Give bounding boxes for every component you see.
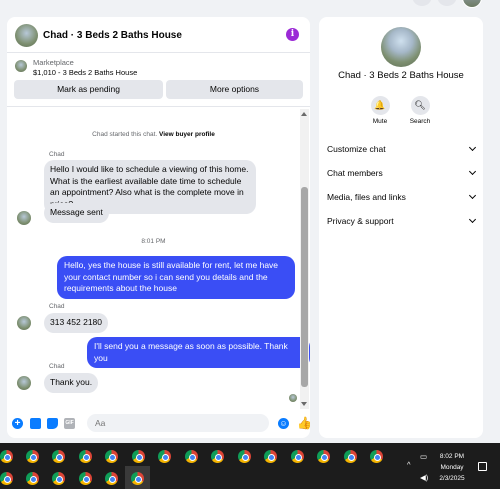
chrome-icon[interactable] [211,450,224,463]
message-outgoing[interactable]: Hello, yes the house is still available … [57,256,295,299]
message-incoming[interactable]: Thank you. [44,373,99,393]
top-button[interactable] [412,0,432,6]
sender-avatar[interactable] [17,316,31,330]
mark-pending-button[interactable]: Mark as pending [14,80,163,99]
chat-started-note: Chad started this chat. View buyer profi… [7,131,300,138]
scrollbar[interactable] [300,109,309,409]
chevron-down-icon [468,191,477,200]
chrome-icon[interactable] [131,472,144,485]
message-incoming[interactable]: 313 452 2180 [44,313,108,333]
clock-time: 8:02 PM [439,453,465,460]
chrome-icon[interactable] [238,450,251,463]
clock-day: Monday [440,464,464,471]
listing-thumbnail[interactable] [15,60,27,72]
system-clock[interactable]: 8:02 PM Monday 2/3/2025 [436,451,468,484]
sender-avatar[interactable] [17,211,31,225]
clock-date: 2/3/2025 [439,475,465,482]
taskbar [0,443,500,489]
chrome-icon[interactable] [0,472,13,485]
account-avatar[interactable] [462,0,482,8]
chevron-down-icon [468,143,477,152]
chat-members-row[interactable]: Chat members [327,167,477,178]
info-icon[interactable]: i [286,28,299,41]
chrome-icon[interactable] [79,450,92,463]
search-label: Search [409,118,431,125]
chrome-icon[interactable] [52,450,65,463]
chrome-icon[interactable] [370,450,383,463]
chrome-icon[interactable] [344,450,357,463]
system-text: Chad started this chat. [92,131,159,138]
image-icon[interactable] [30,418,41,429]
chat-header: Chad · 3 Beds 2 Baths House i [7,17,310,53]
network-icon[interactable]: ▭ [420,452,427,461]
chrome-icon[interactable] [26,450,39,463]
row-label: Privacy & support [327,216,394,226]
profile-name: Chad · 3 Beds 2 Baths House [338,70,464,81]
chrome-icon[interactable] [105,472,118,485]
chrome-icon[interactable] [264,450,277,463]
listing-avatar[interactable] [381,27,421,67]
message-timestamp: 8:01 PM [141,238,166,245]
sender-avatar[interactable] [17,376,31,390]
view-buyer-profile-link[interactable]: View buyer profile [159,131,215,138]
row-label: Chat members [327,168,383,178]
thumbs-up-icon[interactable]: 👍 [297,417,310,429]
sender-name: Chad [49,303,65,310]
plus-icon[interactable]: + [12,418,23,429]
chevron-down-icon [468,167,477,176]
chrome-icon[interactable] [79,472,92,485]
scroll-down-arrow-icon[interactable] [301,402,307,406]
notification-icon[interactable] [478,462,487,471]
mute-label: Mute [372,118,388,125]
listing-avatar[interactable] [15,24,38,47]
chat-title[interactable]: Chad · 3 Beds 2 Baths House [43,30,182,41]
volume-icon[interactable]: ◀) [420,473,428,482]
chevron-down-icon [468,215,477,224]
privacy-support-row[interactable]: Privacy & support [327,215,477,226]
sender-name: Chad [49,363,65,370]
message-incoming[interactable]: Message sent [44,203,109,223]
top-button[interactable] [437,0,457,6]
chat-panel: Chad · 3 Beds 2 Baths House i Marketplac… [7,17,310,438]
row-label: Media, files and links [327,192,406,202]
divider [7,106,310,107]
chrome-icon[interactable] [291,450,304,463]
chrome-icon[interactable] [317,450,330,463]
chrome-icon[interactable] [185,450,198,463]
scroll-thumb[interactable] [301,187,308,387]
customize-chat-row[interactable]: Customize chat [327,143,477,154]
media-files-links-row[interactable]: Media, files and links [327,191,477,202]
seen-avatar [289,394,297,402]
search-icon[interactable]: 🔍︎ [410,96,430,115]
gif-icon[interactable]: GIF [64,418,75,429]
top-strip [0,0,500,8]
sender-name: Chad [49,151,65,158]
listing-summary[interactable]: $1,010 - 3 Beds 2 Baths House [33,68,137,77]
message-outgoing[interactable]: I'll send you a message as soon as possi… [87,337,310,368]
chrome-icon[interactable] [52,472,65,485]
row-label: Customize chat [327,144,386,154]
scroll-up-arrow-icon[interactable] [301,112,307,116]
chrome-icon[interactable] [26,472,39,485]
search-action[interactable]: 🔍︎ Search [405,96,435,125]
chrome-icon[interactable] [0,450,13,463]
mute-action[interactable]: 🔔 Mute [365,96,395,125]
message-composer: + GIF ☺ 👍 [7,409,310,438]
emoji-icon[interactable]: ☺ [278,418,289,429]
chrome-icon[interactable] [105,450,118,463]
chrome-icon[interactable] [158,450,171,463]
message-input[interactable] [87,414,269,432]
more-options-button[interactable]: More options [166,80,303,99]
sticker-icon[interactable] [47,418,58,429]
chevron-up-icon[interactable]: ^ [407,460,411,469]
chat-details-panel: Chad · 3 Beds 2 Baths House 🔔 Mute 🔍︎ Se… [319,17,483,438]
chrome-icon[interactable] [132,450,145,463]
marketplace-label: Marketplace [33,58,74,67]
bell-icon[interactable]: 🔔 [370,96,390,115]
